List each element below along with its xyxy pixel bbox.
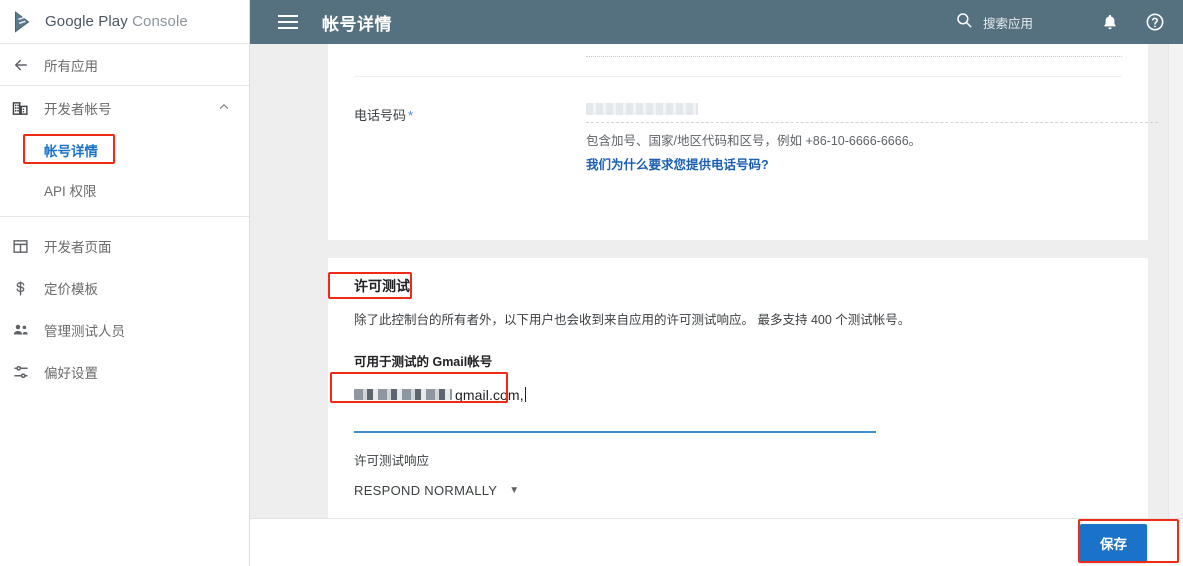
phone-helper-text: 包含加号、国家/地区代码和区号，例如 +86-10-6666-6666。 bbox=[586, 134, 922, 148]
search-label: 搜索应用 bbox=[982, 16, 1033, 31]
brand-title-light: Console bbox=[132, 13, 188, 30]
hamburger-icon[interactable] bbox=[278, 15, 298, 29]
dotted-divider bbox=[586, 56, 1122, 57]
sidebar-item-pricing-templates[interactable]: 定价模板 bbox=[0, 267, 249, 309]
sidebar-item-developer-page[interactable]: 开发者页面 bbox=[0, 225, 249, 267]
sidebar-item-account-details[interactable]: 帐号详情 bbox=[0, 130, 249, 170]
sidebar-item-developer-page-label: 开发者页面 bbox=[44, 240, 112, 255]
license-test-description: 除了此控制台的所有者外，以下用户也会收到来自应用的许可测试响应。 最多支持 40… bbox=[354, 313, 911, 327]
save-button[interactable]: 保存 bbox=[1080, 523, 1147, 562]
why-phone-link[interactable]: 我们为什么要求您提供电话号码? bbox=[586, 154, 1158, 173]
license-response-value: RESPOND NORMALLY bbox=[354, 483, 498, 498]
phone-number-input[interactable] bbox=[586, 103, 698, 115]
sidebar-item-api-access-label: API 权限 bbox=[44, 184, 97, 199]
footer-bar: 保存 bbox=[250, 518, 1183, 566]
phone-card: 电话号码 * 包含加号、国家/地区代码和区号，例如 +86-10-6666-666… bbox=[328, 44, 1158, 240]
building-icon bbox=[12, 100, 34, 117]
license-test-card: 许可测试 除了此控制台的所有者外，以下用户也会收到来自应用的许可测试响应。 最多… bbox=[328, 258, 1148, 518]
text-caret bbox=[524, 387, 526, 402]
topbar-actions: 搜索应用 bbox=[955, 0, 1165, 44]
help-circle-icon[interactable] bbox=[1145, 12, 1165, 32]
sidebar: Google Play Console 所有应用 开发者帐号 帐号详情 API … bbox=[0, 0, 250, 566]
page-title: 帐号详情 bbox=[322, 14, 392, 34]
gmail-redacted-prefix bbox=[354, 389, 452, 400]
sidebar-item-developer-account[interactable]: 开发者帐号 bbox=[0, 86, 249, 130]
brand-title: Google Play Console bbox=[45, 13, 188, 30]
license-test-title: 许可测试 bbox=[354, 278, 410, 294]
search-icon bbox=[955, 11, 973, 34]
sidebar-item-preferences-label: 偏好设置 bbox=[44, 366, 98, 381]
license-test-body: 许可测试 除了此控制台的所有者外，以下用户也会收到来自应用的许可测试响应。 最多… bbox=[328, 258, 1148, 498]
google-play-icon bbox=[12, 10, 36, 34]
license-response-label: 许可测试响应 bbox=[354, 454, 430, 468]
sidebar-item-api-access[interactable]: API 权限 bbox=[0, 170, 249, 210]
page-icon bbox=[12, 238, 34, 255]
phone-number-field-row: 电话号码 * 包含加号、国家/地区代码和区号，例如 +86-10-6666-666… bbox=[328, 77, 1158, 173]
gmail-account-value: gmail.com, bbox=[455, 386, 524, 403]
dollar-icon bbox=[12, 280, 34, 297]
sidebar-item-developer-account-label: 开发者帐号 bbox=[44, 102, 112, 117]
gmail-account-input[interactable]: gmail.com, bbox=[354, 385, 1122, 404]
content-scroll-area[interactable]: 电话号码 * 包含加号、国家/地区代码和区号，例如 +86-10-6666-666… bbox=[250, 44, 1183, 566]
sidebar-item-pricing-templates-label: 定价模板 bbox=[44, 282, 98, 297]
vertical-scrollbar[interactable] bbox=[1168, 44, 1183, 518]
brand-header[interactable]: Google Play Console bbox=[0, 0, 249, 44]
sidebar-group-developer-account: 开发者帐号 帐号详情 API 权限 bbox=[0, 86, 249, 217]
partial-row-above bbox=[328, 44, 1148, 76]
main-area: 帐号详情 搜索应用 电话号码 * 包含加号、国家/地区代码和区号，例如 +86-… bbox=[250, 0, 1183, 566]
arrow-left-icon bbox=[12, 56, 34, 74]
people-icon bbox=[12, 321, 34, 339]
sidebar-item-all-apps-label: 所有应用 bbox=[44, 58, 98, 74]
gmail-accounts-label: 可用于测试的 Gmail帐号 bbox=[354, 355, 493, 369]
sidebar-item-preferences[interactable]: 偏好设置 bbox=[0, 351, 249, 393]
tune-icon bbox=[12, 363, 34, 381]
bell-icon[interactable] bbox=[1101, 13, 1119, 31]
sidebar-item-manage-testers-label: 管理测试人员 bbox=[44, 324, 125, 339]
search-input[interactable]: 搜索应用 bbox=[955, 11, 1033, 34]
phone-number-field-body: 包含加号、国家/地区代码和区号，例如 +86-10-6666-6666。 我们为… bbox=[586, 103, 1158, 173]
chevron-down-icon: ▼ bbox=[509, 485, 520, 496]
license-response-select[interactable]: RESPOND NORMALLY ▼ bbox=[354, 483, 1122, 498]
brand-title-bold: Google Play bbox=[45, 13, 128, 30]
sidebar-item-account-details-label: 帐号详情 bbox=[44, 144, 98, 159]
chevron-up-icon[interactable] bbox=[217, 100, 231, 117]
app-root: Google Play Console 所有应用 开发者帐号 帐号详情 API … bbox=[0, 0, 1183, 566]
topbar: 帐号详情 搜索应用 bbox=[250, 0, 1183, 44]
card-gap bbox=[250, 240, 1183, 258]
phone-input-underline bbox=[586, 122, 1158, 123]
required-mark: * bbox=[408, 108, 414, 123]
gmail-input-focus-underline bbox=[354, 431, 876, 433]
sidebar-item-all-apps[interactable]: 所有应用 bbox=[0, 44, 249, 86]
phone-number-label: 电话号码 * bbox=[354, 108, 414, 123]
sidebar-item-manage-testers[interactable]: 管理测试人员 bbox=[0, 309, 249, 351]
